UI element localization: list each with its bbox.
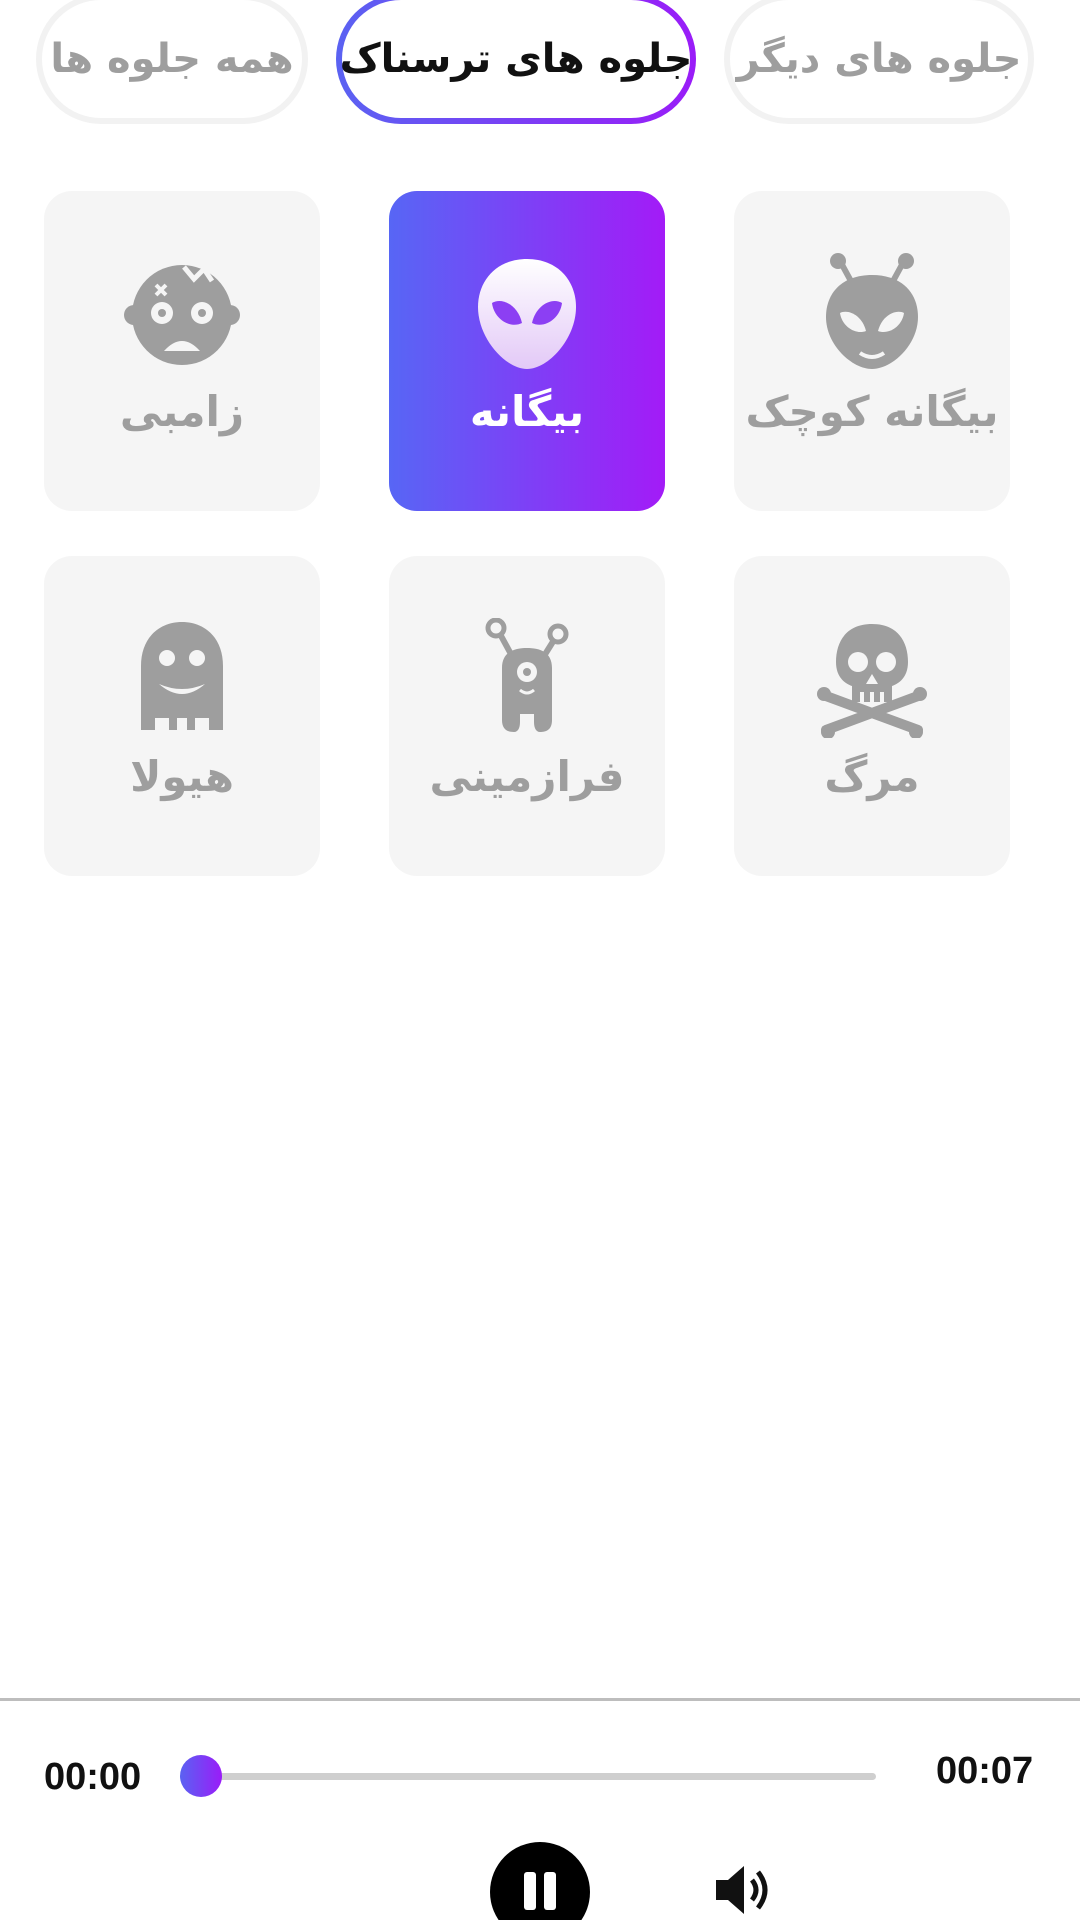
effect-card-small-alien[interactable]: بیگانه کوچک <box>734 191 1010 511</box>
small-alien-icon <box>807 253 937 373</box>
seek-thumb[interactable] <box>180 1755 222 1797</box>
total-time: 00:07 <box>936 1750 1034 1792</box>
effect-card-alien[interactable]: بیگانه <box>389 191 665 511</box>
effect-label: زامبی <box>119 387 245 436</box>
volume-icon[interactable] <box>712 1860 776 1920</box>
seek-bar[interactable] <box>200 1773 876 1780</box>
extraterrestrial-icon <box>462 618 592 738</box>
effect-label: بیگانه کوچک <box>745 387 999 436</box>
pause-button[interactable] <box>490 1842 590 1920</box>
tab-label: جلوه های دیگر <box>736 36 1022 82</box>
tab-horror-effects[interactable]: جلوه های ترسناک <box>336 0 696 124</box>
effect-card-death[interactable]: مرگ <box>734 556 1010 876</box>
player-divider <box>0 1698 1080 1701</box>
monster-icon <box>117 618 247 738</box>
effect-card-zombie[interactable]: زامبی <box>44 191 320 511</box>
effect-label: مرگ <box>824 752 920 801</box>
current-time: 00:00 <box>44 1756 142 1798</box>
effect-card-monster[interactable]: هیولا <box>44 556 320 876</box>
tab-label: همه جلوه ها <box>50 36 294 82</box>
effect-label: فرازمینی <box>429 752 625 801</box>
effect-label: هیولا <box>130 752 234 801</box>
effect-card-extraterrestrial[interactable]: فرازمینی <box>389 556 665 876</box>
skull-crossbones-icon <box>807 618 937 738</box>
effect-label: بیگانه <box>469 387 585 436</box>
voice-effects-screen: جلوه های دیگر جلوه های ترسناک همه جلوه ه… <box>0 0 1080 1920</box>
zombie-icon <box>117 253 247 373</box>
tab-label: جلوه های ترسناک <box>339 36 693 82</box>
tab-all-effects[interactable]: همه جلوه ها <box>36 0 308 124</box>
tab-other-effects[interactable]: جلوه های دیگر <box>724 0 1034 124</box>
alien-icon <box>462 253 592 373</box>
